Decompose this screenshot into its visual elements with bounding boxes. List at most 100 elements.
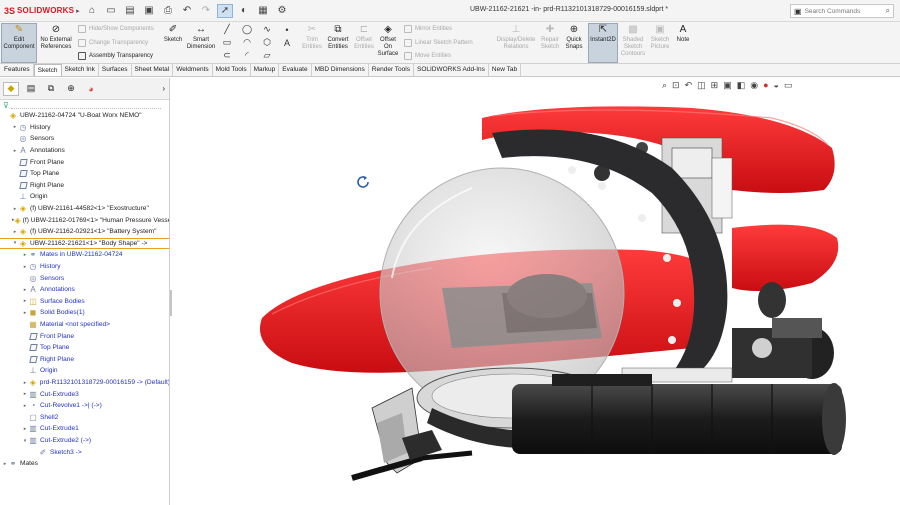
rear-thrusters[interactable] — [732, 282, 834, 379]
print-icon[interactable]: ⎙ — [160, 4, 176, 18]
tree-item[interactable]: Top Plane — [0, 168, 169, 180]
plane-tool-icon[interactable]: ▱ — [260, 50, 274, 61]
tree-item[interactable]: Front Plane — [0, 156, 169, 168]
tree-item[interactable]: Right Plane — [0, 180, 169, 192]
tree-item[interactable]: ▢ Shell2 — [0, 412, 169, 424]
redo-icon[interactable]: ↷ — [198, 4, 214, 18]
filter-input[interactable] — [10, 101, 161, 109]
line-tool-icon[interactable]: ╱ — [220, 24, 234, 35]
sketch-picture-button[interactable]: ▣ Sketch Picture — [648, 24, 672, 51]
tree-filter[interactable]: ⊽ — [0, 100, 169, 110]
tree-item[interactable]: ▸ ◔ Cut-Revolve1 ->| (->) — [0, 400, 169, 412]
tree-item[interactable]: ▾ ◈ UBW-21162-21621<1> "Body Shape" -> — [0, 237, 169, 250]
tree-item[interactable]: ▸ ⚭ Mates — [0, 458, 169, 470]
tree-item[interactable]: Front Plane — [0, 330, 169, 342]
tab-sketch[interactable]: Sketch — [33, 64, 62, 76]
tree-item[interactable]: ▸ ◼ Solid Bodies(1) — [0, 307, 169, 319]
trim-entities-button[interactable]: ✂ Trim Entities — [300, 24, 324, 51]
tab-features[interactable]: Features — [1, 64, 34, 76]
repair-sketch-button[interactable]: ✚ Repair Sketch — [538, 24, 562, 51]
rebuild-icon[interactable]: ◐ — [236, 4, 252, 18]
graphics-area[interactable]: ⌕ ⊡ ↶ ◫ ⊞ ▣ ◧ ◉ ● ◒ ▭ — [172, 78, 900, 505]
tree-item[interactable]: ▸ ◈ (f) UBW-21161-44582<1> "Exostructure" — [0, 203, 169, 215]
text-tool-icon[interactable]: A — [280, 37, 294, 48]
tree-item[interactable]: ◎ Sensors — [0, 272, 169, 284]
tree-item[interactable]: ▸ ◷ History — [0, 122, 169, 134]
file-properties-icon[interactable]: ▦ — [255, 4, 271, 18]
rectangle-tool-icon[interactable]: ▭ — [220, 37, 234, 48]
submarine-model[interactable] — [172, 78, 900, 505]
tab-mbd-dimensions[interactable]: MBD Dimensions — [312, 64, 369, 76]
quick-snaps-button[interactable]: ⊕ Quick Snaps — [562, 24, 586, 51]
configuration-manager-tab-icon[interactable]: ⧉ — [43, 82, 59, 96]
tab-solidworks-add-ins[interactable]: SOLIDWORKS Add-Ins — [414, 64, 489, 76]
feature-manager-tab-icon[interactable]: ◆ — [3, 81, 19, 96]
tab-evaluate[interactable]: Evaluate — [279, 64, 312, 76]
undo-icon[interactable]: ↶ — [179, 4, 195, 18]
tree-item[interactable]: ⊥ Origin — [0, 365, 169, 377]
assembly-transparency-button[interactable]: Assembly Transparency — [78, 52, 153, 60]
point-tool-icon[interactable]: • — [280, 24, 294, 35]
linear-sketch-pattern-button[interactable]: Linear Sketch Pattern — [404, 39, 473, 47]
tab-sketch-ink[interactable]: Sketch Ink — [62, 64, 99, 76]
tree-item[interactable]: Right Plane — [0, 354, 169, 366]
search-icon[interactable]: ⌕ — [886, 6, 890, 16]
chevron-right-icon[interactable]: › — [162, 84, 165, 93]
tab-markup[interactable]: Markup — [251, 64, 280, 76]
spline-tool-icon[interactable]: ∿ — [260, 24, 274, 35]
search-commands-box[interactable]: ▣ Search Commands ⌕ — [790, 4, 894, 18]
edit-component-button[interactable]: ✎ Edit Component — [1, 23, 37, 63]
tree-item[interactable]: ▸ ⚭ Mates in UBW-21162-04724 — [0, 249, 169, 261]
note-button[interactable]: A Note — [674, 24, 692, 44]
fillet-tool-icon[interactable]: ◜ — [240, 50, 254, 61]
offset-entities-button[interactable]: ⊏ Offset Entities — [352, 24, 376, 51]
tree-item[interactable]: ▸ ◈ prd-R1132101318729-00016159 -> (Defaul… — [0, 377, 169, 389]
convert-entities-button[interactable]: ⧉ Convert Entities — [324, 24, 352, 51]
rear-red-fin[interactable] — [732, 224, 839, 292]
select-icon[interactable]: ➚ — [217, 3, 233, 18]
smart-dimension-button[interactable]: ↔ Smart Dimension — [186, 24, 216, 51]
tree-item[interactable]: Top Plane — [0, 342, 169, 354]
battery-pod[interactable] — [512, 374, 846, 455]
property-manager-tab-icon[interactable]: ▤ — [23, 82, 39, 96]
mirror-entities-button[interactable]: Mirror Entities — [404, 25, 452, 33]
offset-on-surface-button[interactable]: ◈ Offset On Surface — [376, 24, 400, 57]
save-icon[interactable]: ▣ — [141, 4, 157, 18]
sketch-button[interactable]: ✐ Sketch — [160, 24, 186, 44]
move-entities-button[interactable]: Move Entities — [404, 52, 451, 60]
tree-item[interactable]: ◈ UBW-21162-04724 "U-Boat Worx NEMO" — [0, 110, 169, 122]
search-input[interactable]: Search Commands — [805, 8, 861, 15]
tree-item[interactable]: ▸ ▥ Cut-Extrude1 — [0, 423, 169, 435]
tab-render-tools[interactable]: Render Tools — [369, 64, 414, 76]
solidworks-logo[interactable]: 3S SOLIDWORKS ▸ — [0, 6, 80, 16]
tree-item[interactable]: ◎ Sensors — [0, 133, 169, 145]
hide-show-components-button[interactable]: Hide/Show Components — [78, 25, 154, 33]
circle-tool-icon[interactable]: ◯ — [240, 24, 254, 35]
tree-item[interactable]: ▸ ▥ Cut-Extrude3 — [0, 388, 169, 400]
tree-item[interactable]: ⊥ Origin — [0, 191, 169, 203]
display-delete-relations-button[interactable]: ⊥ Display/Delete Relations — [496, 24, 536, 51]
tree-item[interactable]: ▸ ◈ (f) UBW-21162-01769<1> "Human Pressure… — [0, 214, 169, 226]
options-icon[interactable]: ⚙ — [274, 4, 290, 18]
tree-item[interactable]: ▸ A Annotations — [0, 284, 169, 296]
display-manager-tab-icon[interactable]: ◕ — [83, 82, 99, 96]
tree-item[interactable]: ▸ ◷ History — [0, 261, 169, 273]
tree-item[interactable]: ▸ ◫ Surface Bodies — [0, 296, 169, 308]
open-icon[interactable]: ▤ — [122, 4, 138, 18]
tab-sheet-metal[interactable]: Sheet Metal — [132, 64, 174, 76]
tree-item[interactable]: ▸ ◈ (f) UBW-21162-02921<1> "Battery System… — [0, 226, 169, 238]
tab-mold-tools[interactable]: Mold Tools — [213, 64, 251, 76]
arc-tool-icon[interactable]: ◠ — [240, 37, 254, 48]
home-icon[interactable]: ⌂ — [84, 4, 100, 18]
slot-tool-icon[interactable]: ⊂ — [220, 50, 234, 61]
tab-new-tab[interactable]: New Tab — [489, 64, 522, 76]
tree-item[interactable]: ▸ A Annotations — [0, 145, 169, 157]
shaded-sketch-contours-button[interactable]: ▩ Shaded Sketch Contours — [620, 24, 646, 57]
tree-item[interactable]: ✐ Sketch3 -> — [0, 446, 169, 458]
polygon-tool-icon[interactable]: ⬡ — [260, 37, 274, 48]
menu-arrow-icon[interactable]: ▸ — [76, 7, 80, 15]
change-transparency-button[interactable]: Change Transparency — [78, 39, 148, 47]
instant2d-button[interactable]: ⇱ Instant2D — [588, 23, 618, 63]
tree-item[interactable]: ▾ ▥ Cut-Extrude2 (->) — [0, 435, 169, 447]
new-icon[interactable]: ▭ — [103, 4, 119, 18]
